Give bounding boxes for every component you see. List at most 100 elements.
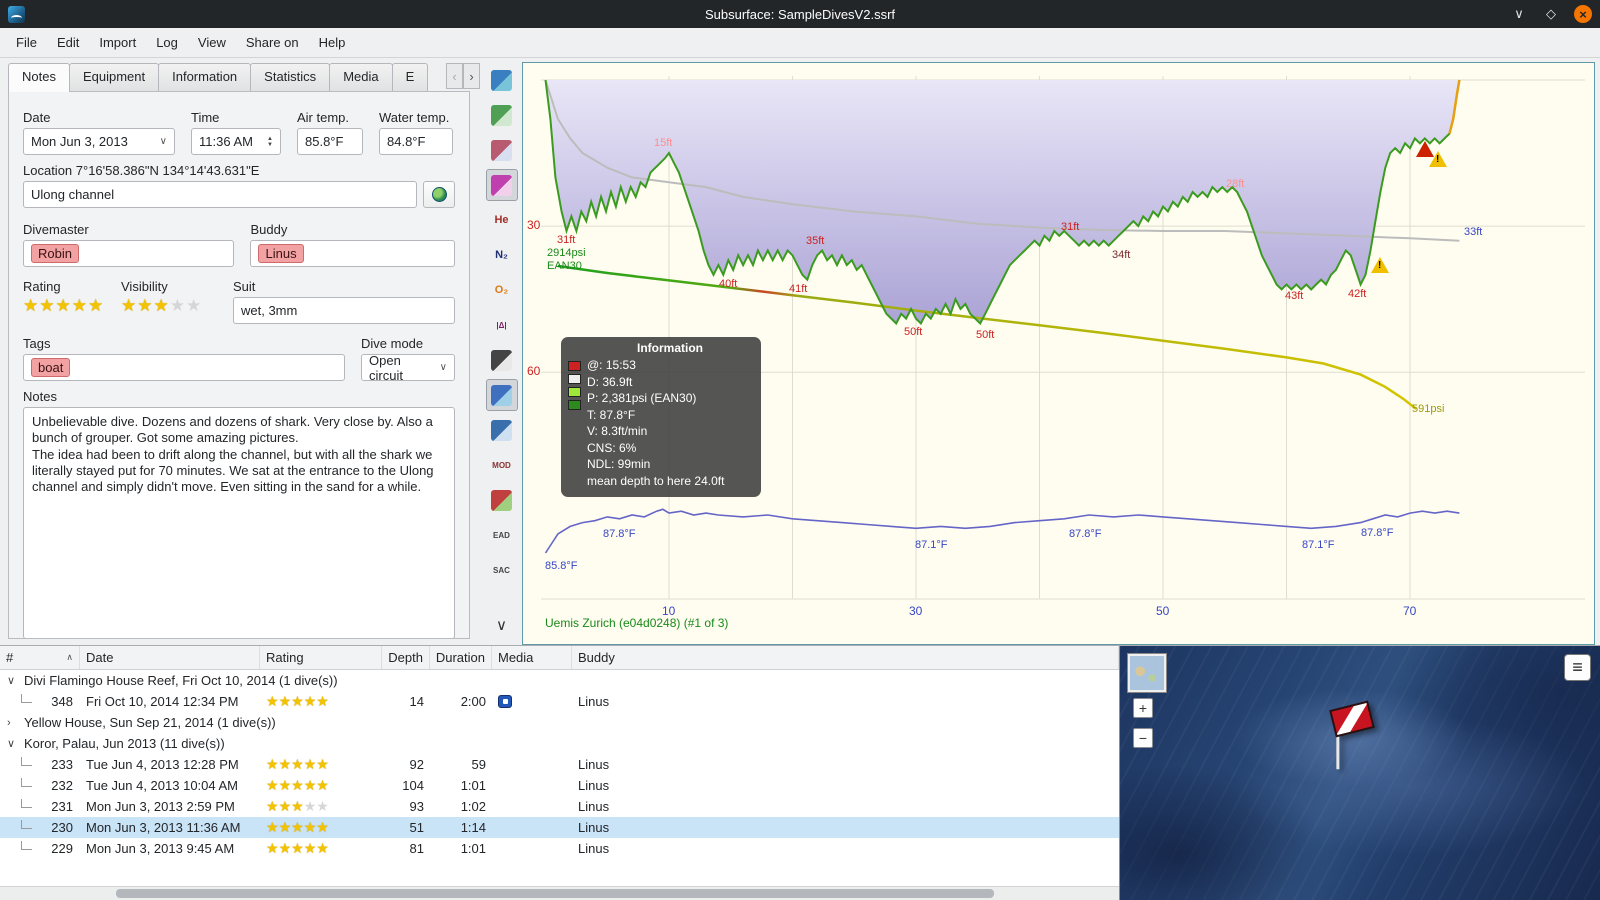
menu-help[interactable]: Help [309,31,356,54]
ceiling-button[interactable] [486,134,518,166]
zoom-out-button[interactable]: − [1133,728,1153,748]
sac-button[interactable]: SAC [486,554,518,586]
col-number[interactable]: # ∧ [0,646,80,669]
scrollbar-thumb[interactable] [116,889,994,898]
n2-graph-icon: N₂ [495,249,508,261]
photos-button[interactable] [485,169,518,201]
divemaster-field[interactable]: Robin [23,240,235,267]
star-icon: ★ [278,819,292,835]
ead-button[interactable]: EAD [486,519,518,551]
airtemp-field[interactable]: 85.8°F [297,128,363,155]
zoom-in-button[interactable]: + [1133,698,1153,718]
tab-e[interactable]: E [391,63,429,92]
menu-edit[interactable]: Edit [47,31,89,54]
menu-share-on[interactable]: Share on [236,31,309,54]
tab-notes[interactable]: Notes [8,63,70,92]
close-icon[interactable]: × [1574,5,1592,23]
chevron-down-icon[interactable]: ∨ [7,674,17,687]
menu-import[interactable]: Import [89,31,146,54]
col-date[interactable]: Date [80,646,260,669]
trip-row[interactable]: ∨ Koror, Palau, Jun 2013 (11 dive(s)) [0,733,1119,754]
spin-arrows-icon[interactable]: ▲ ▼ [261,136,273,148]
map-menu-icon[interactable]: ≡ [1564,654,1591,681]
dive-row[interactable]: 230 Mon Jun 3, 2013 11:36 AM ★★★★★ 51 1:14 Li… [0,817,1119,838]
maximize-icon[interactable]: ◇ [1542,5,1560,23]
menu-file[interactable]: File [6,31,47,54]
buddy-field[interactable]: Linus [250,240,455,267]
depth-annotation: 35ft [806,235,825,247]
star-icon: ★ [278,798,292,814]
time-spinbox[interactable]: 11:36 AM ▲ ▼ [191,128,281,155]
scene-button[interactable] [486,484,518,516]
mod-button[interactable]: MOD [486,449,518,481]
dive-flag-marker[interactable] [1321,698,1394,773]
depth-annotation: 87.8°F [1069,528,1102,540]
dive-row[interactable]: 233 Tue Jun 4, 2013 12:28 PM ★★★★★ 92 59 Linu… [0,754,1119,775]
tissues-button[interactable]: |Δ| [486,309,518,341]
trip-row[interactable]: › Yellow House, Sun Sep 21, 2014 (1 dive(… [0,712,1119,733]
tab-media[interactable]: Media [329,63,393,92]
date-label: Date [23,110,51,125]
tab-information[interactable]: Information [158,63,252,92]
menu-view[interactable]: View [188,31,236,54]
globe-button[interactable] [423,181,455,208]
horizontal-scrollbar[interactable] [0,886,1119,900]
dive-row[interactable]: 348 Fri Oct 10, 2014 12:34 PM ★★★★★ 14 2:00 L… [0,691,1119,712]
minimize-icon[interactable]: ∨ [1510,5,1528,23]
dive-site-map[interactable]: + − ≡ [1120,646,1600,900]
tree-connector-icon [21,819,32,829]
dive-date: Fri Oct 10, 2014 12:34 PM [86,694,239,709]
dive-depth: 81 [409,841,424,856]
rating-stars[interactable]: ★★★★★ [23,297,105,314]
dive-profile-chart[interactable]: Uemis Zurich (e04d0248) (#1 of 3) Inform… [522,62,1595,645]
star-icon: ★ [303,819,317,835]
dive-row[interactable]: 232 Tue Jun 4, 2013 10:04 AM ★★★★★ 104 1:01 L… [0,775,1119,796]
warning-icon[interactable] [1371,257,1389,273]
trip-row[interactable]: ∨ Divi Flamingo House Reef, Fri Oct 10, 2… [0,670,1119,691]
divemode-combobox[interactable]: Open circuit ∨ [361,353,455,383]
he-graph-button[interactable]: He [486,204,518,236]
tab-scroll-left-icon[interactable]: ‹ [446,63,463,89]
visibility-stars[interactable]: ★★★★★ [121,297,217,314]
notes-textarea[interactable]: Unbelievable dive. Dozens and dozens of … [23,407,455,638]
o2-graph-button[interactable]: O₂ [486,274,518,306]
app-icon [8,5,25,23]
warning-icon[interactable] [1429,151,1447,167]
col-buddy[interactable]: Buddy [572,646,1119,669]
suit-field[interactable]: wet, 3mm [233,297,455,324]
tag-chip[interactable]: boat [31,358,71,377]
tab-scroll-right-icon[interactable]: › [463,63,480,89]
dive-number: 229 [51,841,73,856]
col-depth[interactable]: Depth [382,646,430,669]
chevron-right-icon[interactable]: › [7,717,17,729]
col-rating[interactable]: Rating [260,646,382,669]
dive-computer-button[interactable] [486,64,518,96]
diver-button[interactable] [486,414,518,446]
heartrate-button[interactable] [486,344,518,376]
dive-row[interactable]: 231 Mon Jun 3, 2013 2:59 PM ★★★★★ 93 1:02 Lin… [0,796,1119,817]
star-icon: ★ [316,798,329,814]
buddy-chip[interactable]: Linus [258,244,304,263]
divemaster-chip[interactable]: Robin [31,244,79,263]
chevron-down-icon[interactable]: ∨ [7,737,17,750]
col-media[interactable]: Media [492,646,572,669]
n2-graph-button[interactable]: N₂ [486,239,518,271]
watertemp-field[interactable]: 84.8°F [379,128,453,155]
profile-scale-button[interactable] [486,99,518,131]
tab-statistics[interactable]: Statistics [250,63,331,92]
date-combobox[interactable]: Mon Jun 3, 2013 ∨ [23,128,175,155]
dive-number-cell: 231 [0,796,80,817]
dive-row[interactable]: 229 Mon Jun 3, 2013 9:45 AM ★★★★★ 81 1:01 Lin… [0,838,1119,859]
dive-number-cell: 232 [0,775,80,796]
media-icon[interactable] [498,695,512,708]
picture-button[interactable] [485,379,518,411]
tags-field[interactable]: boat [23,354,345,381]
location-field[interactable]: Ulong channel [23,181,418,208]
scroll-down-icon[interactable]: ∨ [486,609,518,641]
globe-icon [431,187,447,202]
col-duration[interactable]: Duration [430,646,492,669]
menu-log[interactable]: Log [146,31,188,54]
tab-equipment[interactable]: Equipment [68,63,160,92]
tooltip-line: @: 15:53 [587,358,636,372]
minimap-thumbnail[interactable] [1127,653,1167,693]
